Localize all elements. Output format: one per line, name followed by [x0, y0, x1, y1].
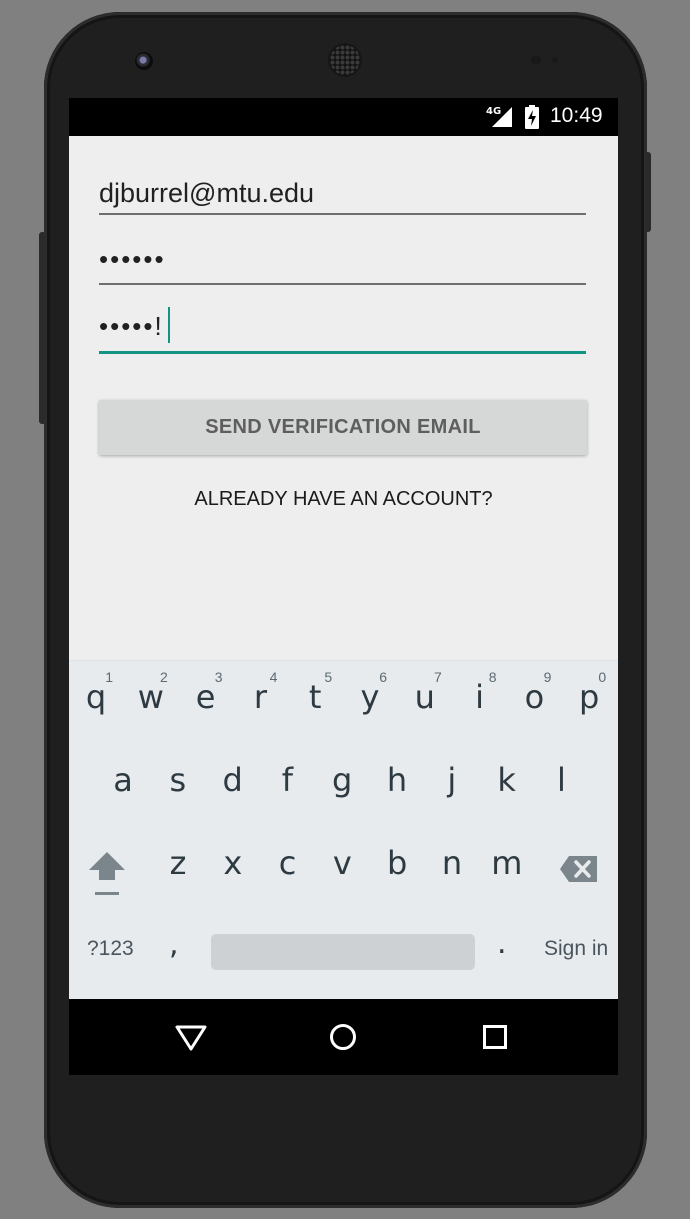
symbols-key[interactable]: ?123 [87, 937, 134, 961]
key-i[interactable]: 8i [453, 661, 507, 721]
key-p[interactable]: 0p [562, 661, 616, 721]
key-label: g [332, 761, 353, 799]
key-label: s [169, 761, 187, 799]
key-label: f [281, 761, 294, 799]
key-label: x [223, 844, 243, 882]
email-field[interactable]: djburrel@mtu.edu [99, 169, 586, 215]
key-h[interactable]: h [370, 744, 424, 804]
proximity-sensor [531, 55, 541, 65]
key-r[interactable]: 4r [233, 661, 287, 721]
status-clock: 10:49 [550, 104, 603, 127]
key-label: i [475, 678, 485, 716]
signal-icon [492, 107, 512, 127]
confirm-password-field[interactable]: •••••! [99, 307, 586, 354]
key-label: u [414, 678, 435, 716]
key-m[interactable]: m [480, 827, 534, 887]
password-field[interactable]: •••••• [99, 239, 586, 285]
navigation-bar [69, 999, 618, 1075]
key-label: p [579, 678, 600, 716]
space-bar[interactable] [211, 934, 475, 970]
earpiece-speaker [330, 45, 360, 75]
key-o[interactable]: 9o [507, 661, 561, 721]
back-icon[interactable] [173, 1021, 209, 1053]
key-v[interactable]: v [315, 827, 369, 887]
key-k[interactable]: k [480, 744, 534, 804]
key-label: e [195, 678, 216, 716]
key-n[interactable]: n [425, 827, 479, 887]
battery-charging-icon [525, 105, 539, 129]
key-q[interactable]: 1q [69, 661, 123, 721]
key-label: n [441, 844, 463, 882]
send-verification-button[interactable]: SEND VERIFICATION EMAIL [99, 400, 587, 455]
key-d[interactable]: d [206, 744, 260, 804]
key-label: k [497, 761, 516, 799]
password-value: •••••• [99, 244, 166, 274]
key-t[interactable]: 5t [288, 661, 342, 721]
soft-keyboard: 1q2w3e4r5t6y7u8i9o0p asdfgh j k l zxcvbnm ?… [69, 660, 618, 999]
key-s[interactable]: s [151, 744, 205, 804]
key-label: w [137, 678, 164, 716]
key-label: v [332, 844, 352, 882]
signup-form: djburrel@mtu.edu •••••• •••••! SEND VERI… [69, 136, 618, 660]
key-label: t [308, 678, 322, 716]
key-label: q [85, 678, 107, 716]
key-label: z [169, 844, 187, 882]
key-label: c [278, 844, 297, 882]
text-cursor [167, 307, 170, 343]
key-f[interactable]: f [260, 744, 314, 804]
key-l[interactable]: l [534, 744, 588, 804]
shift-icon[interactable] [87, 850, 127, 898]
backspace-icon[interactable] [559, 854, 599, 884]
recents-icon[interactable] [477, 1021, 513, 1053]
light-sensor [552, 57, 558, 63]
key-label: m [491, 844, 523, 882]
key-label: y [360, 678, 380, 716]
key-y[interactable]: 6y [343, 661, 397, 721]
key-label: j [447, 761, 457, 799]
key-j[interactable]: j [425, 744, 479, 804]
key-g[interactable]: g [315, 744, 369, 804]
key-label: a [113, 761, 133, 799]
key-u[interactable]: 7u [398, 661, 452, 721]
key-a[interactable]: a [96, 744, 150, 804]
period-key[interactable]: . [497, 926, 507, 961]
key-label: b [387, 844, 408, 882]
key-label: h [386, 761, 408, 799]
key-w[interactable]: 2w [124, 661, 178, 721]
key-z[interactable]: z [151, 827, 205, 887]
key-c[interactable]: c [261, 827, 315, 887]
front-camera [135, 52, 153, 70]
key-label: o [524, 678, 545, 716]
key-x[interactable]: x [206, 827, 260, 887]
key-label: l [556, 761, 566, 799]
key-label: d [222, 761, 243, 799]
key-e[interactable]: 3e [179, 661, 233, 721]
email-value: djburrel@mtu.edu [99, 178, 315, 208]
screen: 4G 10:49 djburrel@mtu.edu •••••• •••••! … [69, 98, 618, 1075]
already-have-account-link[interactable]: ALREADY HAVE AN ACCOUNT? [69, 488, 618, 511]
key-b[interactable]: b [370, 827, 424, 887]
comma-key[interactable]: , [169, 927, 179, 962]
status-bar: 4G 10:49 [69, 98, 618, 136]
home-icon[interactable] [325, 1021, 361, 1053]
sign-in-action-key[interactable]: Sign in [544, 937, 608, 961]
key-label: r [253, 678, 267, 716]
confirm-password-value: •••••! [99, 311, 164, 341]
